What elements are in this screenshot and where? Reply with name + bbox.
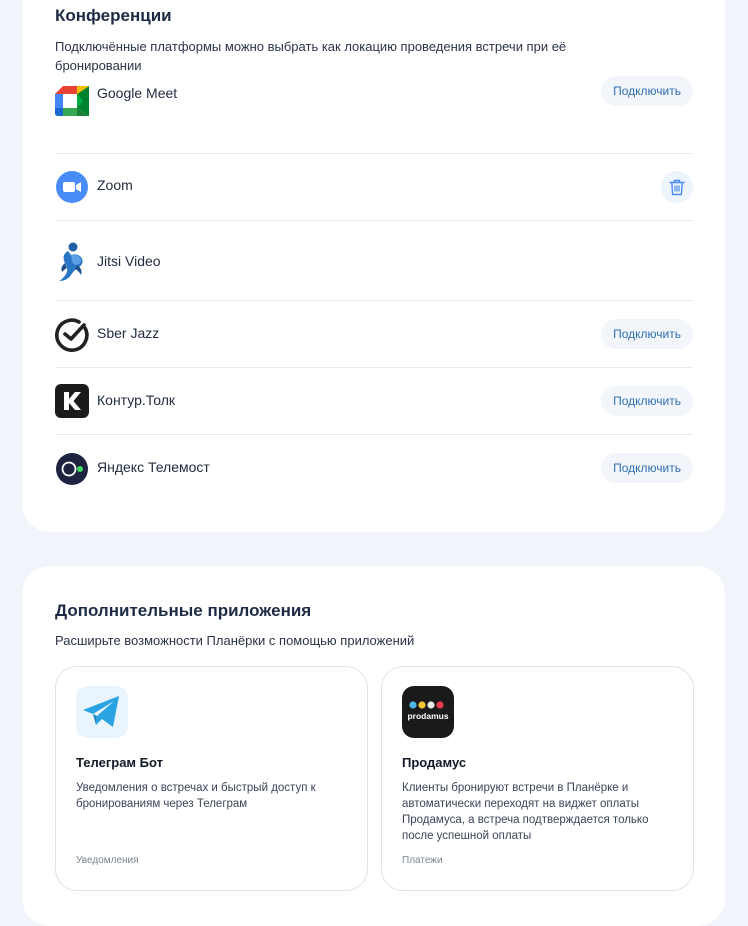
google-meet-icon: [55, 84, 89, 118]
app-title: Продамус: [402, 755, 467, 770]
app-card-prodamus[interactable]: prodamus Продамус Клиенты бронируют встр…: [381, 666, 694, 891]
connect-sber-jazz-button[interactable]: Подключить: [601, 319, 693, 349]
trash-icon: [669, 179, 685, 195]
connect-kontur-tolk-button[interactable]: Подключить: [601, 386, 693, 416]
apps-description: Расширьте возможности Планёрки с помощью…: [55, 633, 415, 648]
conference-name: Google Meet: [97, 85, 178, 101]
conference-list: Google Meet Подключить Zoom Jitsi Video …: [55, 76, 693, 502]
app-description: Уведомления о встречах и быстрый доступ …: [76, 782, 316, 810]
conferences-card: Конференции Подключённые платформы можно…: [22, 0, 725, 532]
yandex-telemost-icon: [55, 452, 89, 486]
conference-name: Zoom: [97, 177, 133, 193]
zoom-icon: [55, 170, 89, 204]
prodamus-logo-text: prodamus: [407, 711, 448, 721]
conference-row-jitsi: Jitsi Video: [55, 221, 693, 301]
prodamus-icon: prodamus: [402, 686, 454, 738]
conferences-description: Подключённые платформы можно выбрать как…: [55, 39, 567, 73]
delete-zoom-button[interactable]: [661, 171, 693, 203]
conference-row-kontur-tolk: Контур.Толк Подключить: [55, 368, 693, 435]
conference-name: Jitsi Video: [97, 253, 161, 269]
connect-google-meet-button[interactable]: Подключить: [601, 76, 693, 106]
conference-name: Sber Jazz: [97, 325, 160, 341]
connect-yandex-telemost-button[interactable]: Подключить: [601, 453, 693, 483]
conference-row-zoom: Zoom: [55, 154, 693, 221]
kontur-tolk-icon: [55, 384, 89, 418]
conference-row-google-meet: Google Meet Подключить: [55, 76, 693, 154]
app-category-tag: Платежи: [402, 855, 443, 866]
conferences-title: Конференции: [55, 6, 172, 25]
app-title: Телеграм Бот: [76, 755, 163, 770]
apps-title: Дополнительные приложения: [55, 601, 312, 620]
sber-jazz-icon: [55, 318, 89, 352]
conference-name: Контур.Толк: [97, 392, 175, 408]
telegram-icon: [76, 686, 128, 738]
jitsi-icon: [55, 241, 89, 283]
app-category-tag: Уведомления: [76, 855, 139, 866]
conference-row-yandex-telemost: Яндекс Телемост Подключить: [55, 435, 693, 502]
apps-card: Дополнительные приложения Расширьте возм…: [22, 566, 725, 926]
conference-row-sber-jazz: Sber Jazz Подключить: [55, 301, 693, 368]
conference-name: Яндекс Телемост: [97, 459, 210, 475]
app-description: Клиенты бронируют встречи в Планёрке и а…: [402, 782, 649, 842]
app-card-telegram[interactable]: Телеграм Бот Уведомления о встречах и бы…: [55, 666, 368, 891]
